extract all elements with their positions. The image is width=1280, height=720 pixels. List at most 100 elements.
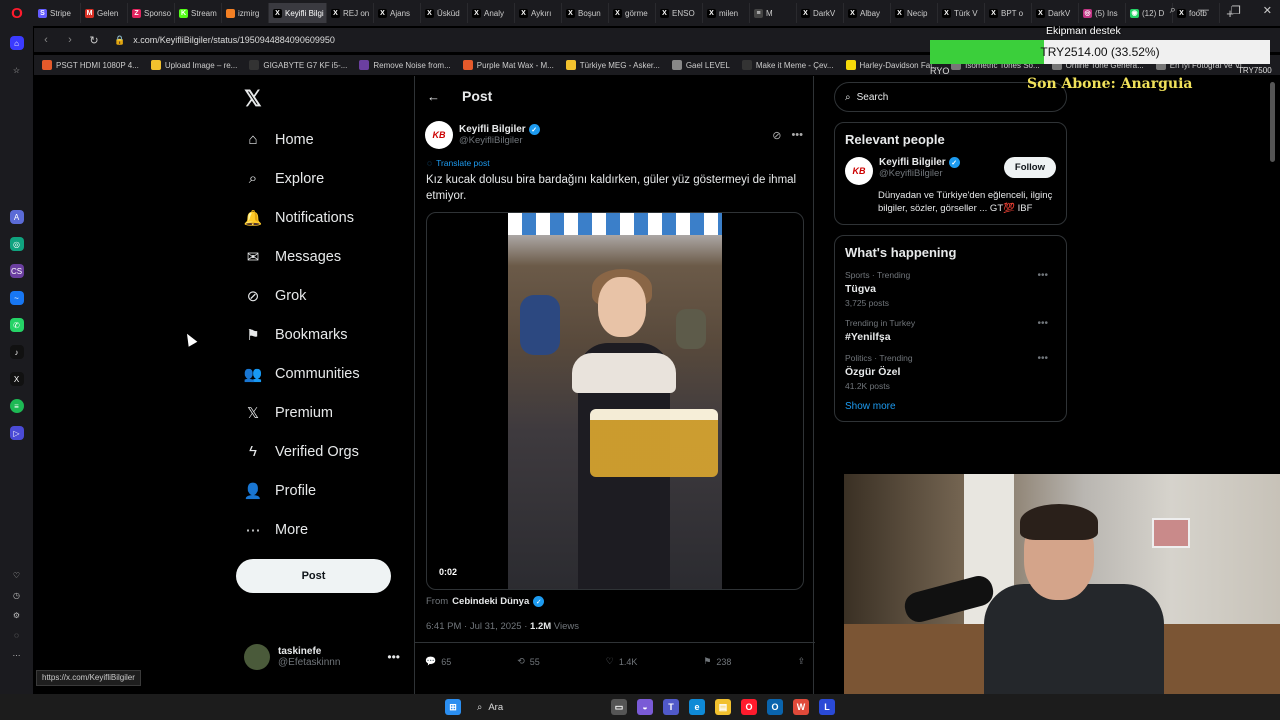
chatgpt-rail-icon[interactable]: ◎	[9, 237, 24, 251]
person-avatar[interactable]: KB	[845, 157, 873, 185]
nav-item-profile[interactable]: 👤 Profile	[236, 471, 406, 510]
browser-tab[interactable]: X Ajans	[374, 3, 421, 23]
forward-nav-icon[interactable]: ›	[58, 34, 82, 46]
file-explorer-icon[interactable]: ▤	[715, 699, 731, 715]
browser-tab[interactable]: X Necip	[891, 3, 938, 23]
bookmark-button[interactable]: ⚑ 238	[703, 656, 731, 667]
browser-tab[interactable]: X Analy	[468, 3, 515, 23]
more-dots-icon[interactable]: •••	[387, 650, 400, 664]
taskbar-search[interactable]: ⌕ Ara	[471, 697, 601, 717]
browser-tab[interactable]: X Üsküd	[421, 3, 468, 23]
browser-tab[interactable]: Xmilen	[703, 3, 750, 23]
bookmark-item[interactable]: Remove Noise from...	[359, 60, 451, 70]
browser-tab[interactable]: S Stripe	[34, 3, 81, 23]
browser-tab[interactable]: X Aykırı	[515, 3, 562, 23]
app-l-icon[interactable]: L	[819, 699, 835, 715]
follow-button[interactable]: Follow	[1003, 157, 1056, 178]
more-rail-icon[interactable]: ⋯	[10, 648, 24, 662]
account-switcher[interactable]: taskinefe @Efetaskinnn •••	[244, 644, 404, 670]
nav-item-more[interactable]: ⋯ More	[236, 510, 406, 549]
nav-item-premium[interactable]: 𝕏 Premium	[236, 393, 406, 432]
cs-rail-icon[interactable]: CS	[9, 264, 24, 278]
nav-item-bookmarks[interactable]: ⚑ Bookmarks	[236, 315, 406, 354]
browser-tab[interactable]: ◎ (5) Ins	[1079, 3, 1126, 23]
bookmark-item[interactable]: Purple Mat Wax - M...	[462, 60, 554, 70]
nav-item-explore[interactable]: ⌕ Explore	[236, 159, 406, 198]
bookmark-item[interactable]: Türkiye MEG - Asker...	[565, 60, 660, 70]
bookmark-item[interactable]: Make it Meme - Çev...	[741, 60, 834, 70]
grok-icon[interactable]: ⊘	[772, 129, 781, 142]
minimize-button[interactable]: —	[1198, 4, 1209, 17]
browser-tab[interactable]: K Stream	[175, 3, 222, 23]
aria-rail-icon[interactable]: A	[9, 210, 24, 224]
search-tabs-icon[interactable]: ⌕	[1170, 4, 1176, 17]
browser-tab[interactable]: M Gelen	[81, 3, 128, 23]
show-more-link[interactable]: Show more	[845, 401, 1056, 412]
messenger-rail-icon[interactable]: ~	[9, 291, 24, 305]
browser-tab[interactable]: X REJ on	[327, 3, 374, 23]
maximize-button[interactable]: ❐	[1231, 4, 1241, 17]
bookmark-item[interactable]: PSGT HDMI 1080P 4...	[42, 60, 139, 70]
page-scrollbar[interactable]	[1270, 82, 1275, 162]
browser-tab[interactable]: X Türk V	[938, 3, 985, 23]
bookmark-item[interactable]: Gael LEVEL	[671, 60, 730, 70]
teams-icon[interactable]: T	[663, 699, 679, 715]
outlook-icon[interactable]: O	[767, 699, 783, 715]
author-handle[interactable]: @KeyifliBilgiler	[459, 135, 540, 146]
player-rail-icon[interactable]: ▷	[9, 426, 24, 440]
windows-start-icon[interactable]: ⊞	[445, 699, 461, 715]
browser-tab[interactable]: X BPT o	[985, 3, 1032, 23]
trend-more-icon[interactable]: •••	[1037, 270, 1048, 281]
x-logo-icon[interactable]: 𝕏	[244, 86, 406, 112]
back-nav-icon[interactable]: ‹	[34, 34, 58, 46]
video-frame[interactable]	[508, 213, 722, 589]
edge-icon[interactable]: e	[689, 699, 705, 715]
bookmark-item[interactable]: GIGABYTE G7 KF i5-...	[249, 60, 347, 70]
browser-tab[interactable]: X Keyifli Bilgi	[269, 3, 327, 23]
tiktok-rail-icon[interactable]: ♪	[9, 345, 24, 359]
settings-rail-icon[interactable]: ⚙	[10, 608, 24, 622]
relevant-person[interactable]: KB Keyifli Bilgiler ✓ @KeyifliBilgiler Fo…	[845, 157, 1056, 185]
heart-rail-icon[interactable]: ♡	[10, 568, 24, 582]
trend-item[interactable]: Sports · Trending Tügva 3,725 posts •••	[845, 270, 1056, 308]
nav-item-communities[interactable]: 👥 Communities	[236, 354, 406, 393]
browser-tab[interactable]: Z Sponso	[128, 3, 175, 23]
browser-tab[interactable]: X DarkV	[1032, 3, 1079, 23]
reply-button[interactable]: 💬 65	[425, 656, 451, 667]
opera-logo-icon[interactable]: O	[0, 0, 34, 26]
post-more-icon[interactable]: •••	[791, 129, 803, 142]
wps-icon[interactable]: W	[793, 699, 809, 715]
back-arrow-icon[interactable]: ←	[427, 89, 440, 104]
lightbulb-rail-icon[interactable]: ◌	[10, 628, 24, 642]
browser-tab[interactable]: izmirg	[222, 3, 269, 23]
x-rail-icon[interactable]: X	[9, 372, 24, 386]
browser-tab[interactable]: X ENSO	[656, 3, 703, 23]
nav-item-verified-orgs[interactable]: ϟ Verified Orgs	[236, 432, 406, 471]
share-button[interactable]: ⇪	[797, 656, 805, 667]
trend-item[interactable]: Politics · Trending Özgür Özel 41.2K posts…	[845, 353, 1056, 391]
nav-item-home[interactable]: ⌂ Home	[236, 120, 406, 159]
person-name[interactable]: Keyifli Bilgiler	[879, 157, 946, 168]
bookmark-item[interactable]: Harley-Davidson Fat...	[845, 60, 939, 70]
post-button[interactable]: Post	[236, 559, 391, 593]
history-rail-icon[interactable]: ◷	[10, 588, 24, 602]
browser-tab[interactable]: ≡ M	[750, 3, 797, 23]
from-name[interactable]: Cebindeki Dünya	[452, 596, 529, 607]
url-field[interactable]: 🔒 x.com/KeyifliBilgiler/status/195094488…	[114, 35, 335, 46]
home-rail-icon[interactable]: ⌂	[9, 36, 24, 50]
trend-item[interactable]: Trending in Turkey #Yenilfşa •••	[845, 318, 1056, 343]
browser-tab[interactable]: X Boşun	[562, 3, 609, 23]
task-view-icon[interactable]: ▭	[611, 699, 627, 715]
whatsapp-rail-icon[interactable]: ✆	[9, 318, 24, 332]
nav-item-messages[interactable]: ✉ Messages	[236, 237, 406, 276]
bookmark-item[interactable]: Upload Image – re...	[150, 60, 237, 70]
star-rail-icon[interactable]: ☆	[10, 63, 24, 77]
author-avatar[interactable]: KB	[425, 121, 453, 149]
nav-item-grok[interactable]: ⊘ Grok	[236, 276, 406, 315]
browser-tab[interactable]: ◉ (12) D	[1126, 3, 1173, 23]
reload-icon[interactable]: ↻	[82, 34, 106, 47]
person-handle[interactable]: @KeyifliBilgiler	[879, 168, 1004, 179]
spotify-rail-icon[interactable]: ≡	[9, 399, 24, 413]
nav-item-notifications[interactable]: 🔔 Notifications	[236, 198, 406, 237]
repost-button[interactable]: ⟲ 55	[517, 656, 540, 667]
